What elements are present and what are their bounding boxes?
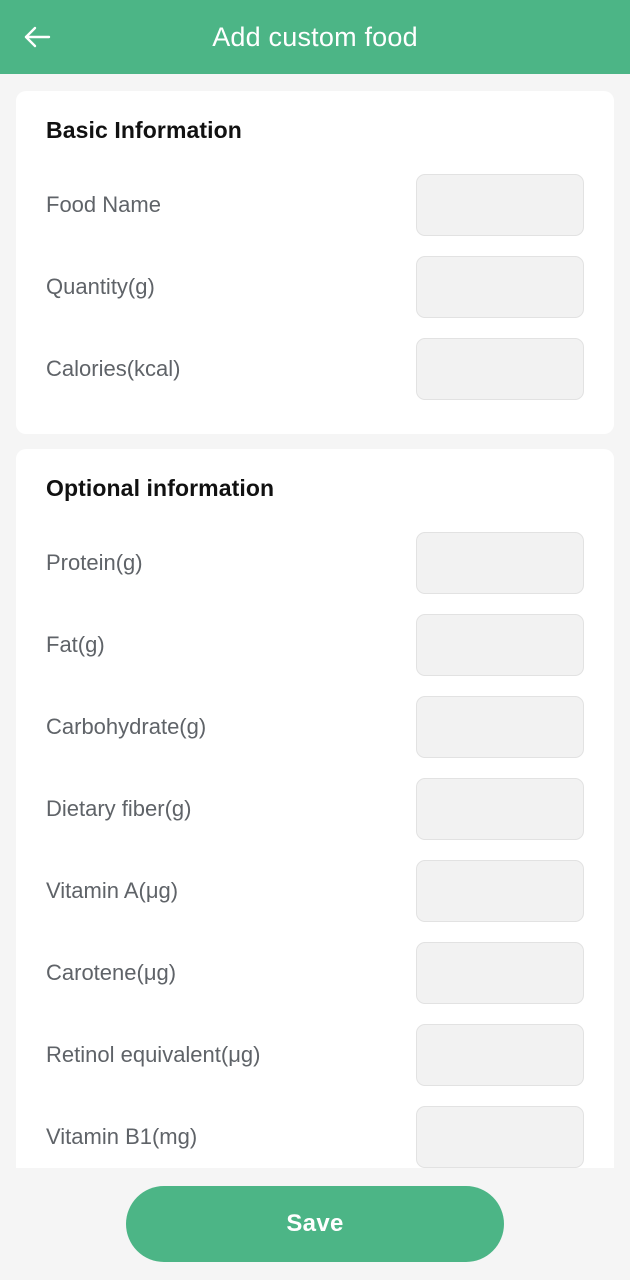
field-row-vitamin-a: Vitamin A(μg) <box>46 850 584 932</box>
field-row-quantity: Quantity(g) <box>46 246 584 328</box>
card-optional-information: Optional information Protein(g) Fat(g) C… <box>16 449 614 1168</box>
page-title: Add custom food <box>212 21 418 52</box>
field-label-food-name: Food Name <box>46 192 161 217</box>
field-label-retinol-equivalent: Retinol equivalent(μg) <box>46 1042 261 1067</box>
input-carotene[interactable] <box>416 942 584 1004</box>
screen-root: Add custom food Basic Information Food N… <box>0 0 630 1280</box>
input-quantity[interactable] <box>416 256 584 318</box>
arrow-left-icon <box>19 19 55 55</box>
bottom-action-bar: Save <box>0 1168 630 1280</box>
field-label-vitamin-b1: Vitamin B1(mg) <box>46 1124 198 1149</box>
form-content: Basic Information Food Name Quantity(g) … <box>0 91 630 1168</box>
field-row-vitamin-b1: Vitamin B1(mg) <box>46 1096 584 1168</box>
back-button[interactable] <box>0 0 74 74</box>
input-protein[interactable] <box>416 532 584 594</box>
input-fat[interactable] <box>416 614 584 676</box>
field-label-fat: Fat(g) <box>46 632 105 657</box>
field-label-vitamin-a: Vitamin A(μg) <box>46 878 179 903</box>
input-dietary-fiber[interactable] <box>416 778 584 840</box>
input-vitamin-a[interactable] <box>416 860 584 922</box>
field-row-dietary-fiber: Dietary fiber(g) <box>46 768 584 850</box>
field-row-fat: Fat(g) <box>46 604 584 686</box>
field-label-quantity: Quantity(g) <box>46 274 155 299</box>
form-scroll-area[interactable]: Basic Information Food Name Quantity(g) … <box>0 74 630 1168</box>
section-title-basic: Basic Information <box>46 117 242 143</box>
field-row-food-name: Food Name <box>46 164 584 246</box>
field-label-dietary-fiber: Dietary fiber(g) <box>46 796 192 821</box>
card-basic-information: Basic Information Food Name Quantity(g) … <box>16 91 614 434</box>
input-food-name[interactable] <box>416 174 584 236</box>
field-row-carbohydrate: Carbohydrate(g) <box>46 686 584 768</box>
section-title-optional: Optional information <box>46 475 275 501</box>
field-row-protein: Protein(g) <box>46 522 584 604</box>
field-label-carbohydrate: Carbohydrate(g) <box>46 714 207 739</box>
field-row-carotene: Carotene(μg) <box>46 932 584 1014</box>
input-vitamin-b1[interactable] <box>416 1106 584 1168</box>
field-label-calories: Calories(kcal) <box>46 356 181 381</box>
app-bar: Add custom food <box>0 0 630 74</box>
field-label-carotene: Carotene(μg) <box>46 960 177 985</box>
field-row-retinol-equivalent: Retinol equivalent(μg) <box>46 1014 584 1096</box>
input-calories[interactable] <box>416 338 584 400</box>
field-row-calories: Calories(kcal) <box>46 328 584 410</box>
field-label-protein: Protein(g) <box>46 550 143 575</box>
input-carbohydrate[interactable] <box>416 696 584 758</box>
input-retinol-equivalent[interactable] <box>416 1024 584 1086</box>
save-button[interactable]: Save <box>126 1186 504 1262</box>
